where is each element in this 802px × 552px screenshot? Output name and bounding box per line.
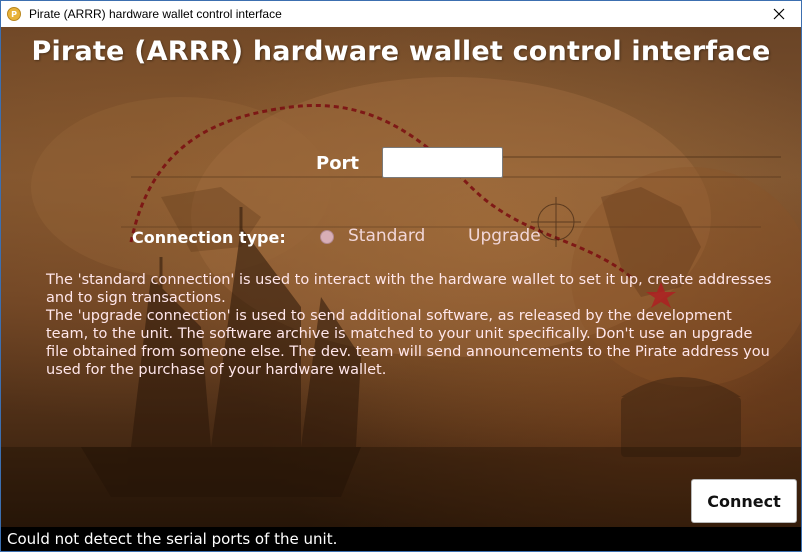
- standard-radio-icon[interactable]: [320, 230, 334, 244]
- status-message: Could not detect the serial ports of the…: [7, 530, 338, 548]
- connect-button[interactable]: Connect: [691, 479, 797, 523]
- port-label: Port: [316, 153, 360, 174]
- page-title: Pirate (ARRR) hardware wallet control in…: [31, 36, 771, 67]
- connection-type-label: Connection type:: [132, 228, 286, 247]
- title-bar: P Pirate (ARRR) hardware wallet control …: [1, 1, 801, 27]
- status-bar: Could not detect the serial ports of the…: [1, 527, 801, 551]
- connection-description: The 'standard connection' is used to int…: [46, 271, 776, 379]
- standard-description: The 'standard connection' is used to int…: [46, 272, 772, 306]
- upgrade-option[interactable]: Upgrade: [468, 226, 541, 246]
- close-button[interactable]: [757, 1, 801, 27]
- pirate-coin-icon: P: [7, 7, 21, 21]
- close-icon: [773, 8, 785, 20]
- main-panel: Pirate (ARRR) hardware wallet control in…: [1, 27, 801, 527]
- port-input[interactable]: [382, 147, 503, 178]
- window-title: Pirate (ARRR) hardware wallet control in…: [29, 7, 282, 21]
- app-window: P Pirate (ARRR) hardware wallet control …: [0, 0, 802, 552]
- standard-option[interactable]: Standard: [348, 226, 425, 246]
- upgrade-description: The 'upgrade connection' is used to send…: [46, 308, 770, 378]
